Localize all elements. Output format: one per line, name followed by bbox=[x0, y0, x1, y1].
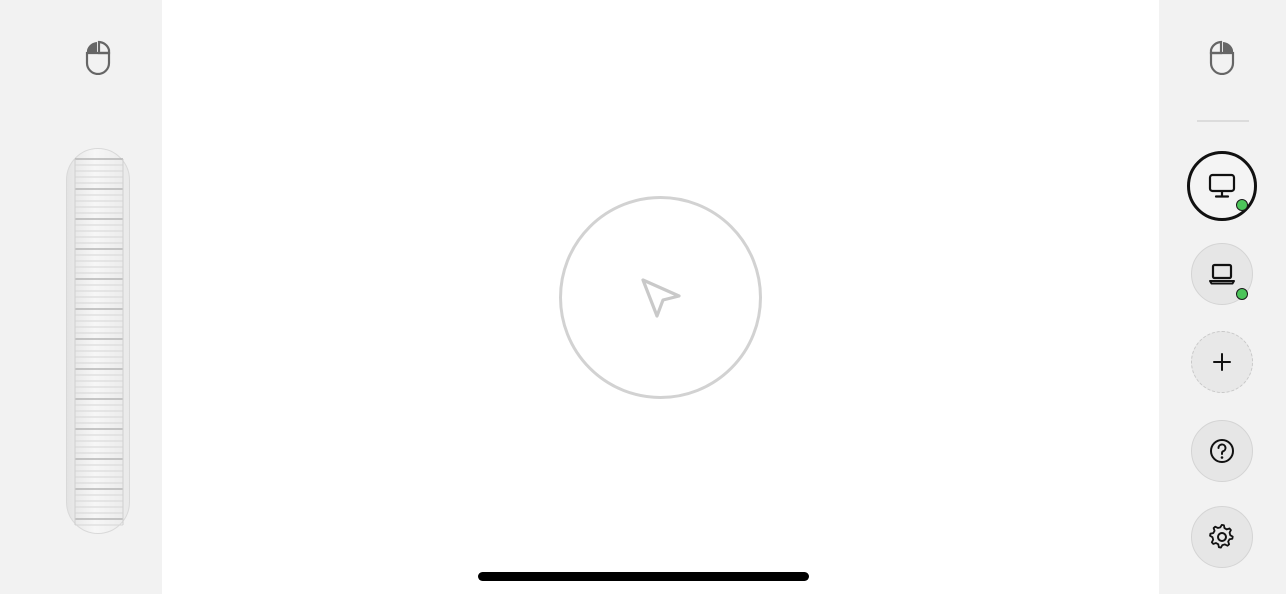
scroll-wheel[interactable] bbox=[66, 148, 130, 534]
mouse-icon bbox=[1209, 40, 1235, 75]
right-mouse-button[interactable] bbox=[1204, 37, 1240, 77]
add-device-button[interactable] bbox=[1191, 331, 1253, 393]
help-icon bbox=[1210, 439, 1234, 463]
device-desktop-button[interactable] bbox=[1187, 151, 1257, 221]
scroll-wheel-ridges bbox=[74, 158, 124, 526]
laptop-icon bbox=[1209, 263, 1235, 285]
left-mouse-button[interactable] bbox=[80, 37, 116, 77]
plus-icon bbox=[1213, 353, 1231, 371]
desktop-icon bbox=[1208, 173, 1236, 198]
trackpad-cursor-target[interactable] bbox=[559, 196, 762, 399]
laptop-online-status-dot bbox=[1236, 288, 1248, 300]
help-button[interactable] bbox=[1191, 420, 1253, 482]
settings-button[interactable] bbox=[1191, 506, 1253, 568]
cursor-arrow-icon bbox=[640, 277, 681, 318]
mouse-icon bbox=[85, 40, 111, 75]
panel-divider bbox=[1197, 120, 1249, 122]
remote-mouse-app bbox=[0, 0, 1286, 594]
home-indicator bbox=[478, 572, 809, 581]
gear-icon bbox=[1209, 523, 1234, 549]
desktop-online-status-dot bbox=[1236, 199, 1248, 211]
